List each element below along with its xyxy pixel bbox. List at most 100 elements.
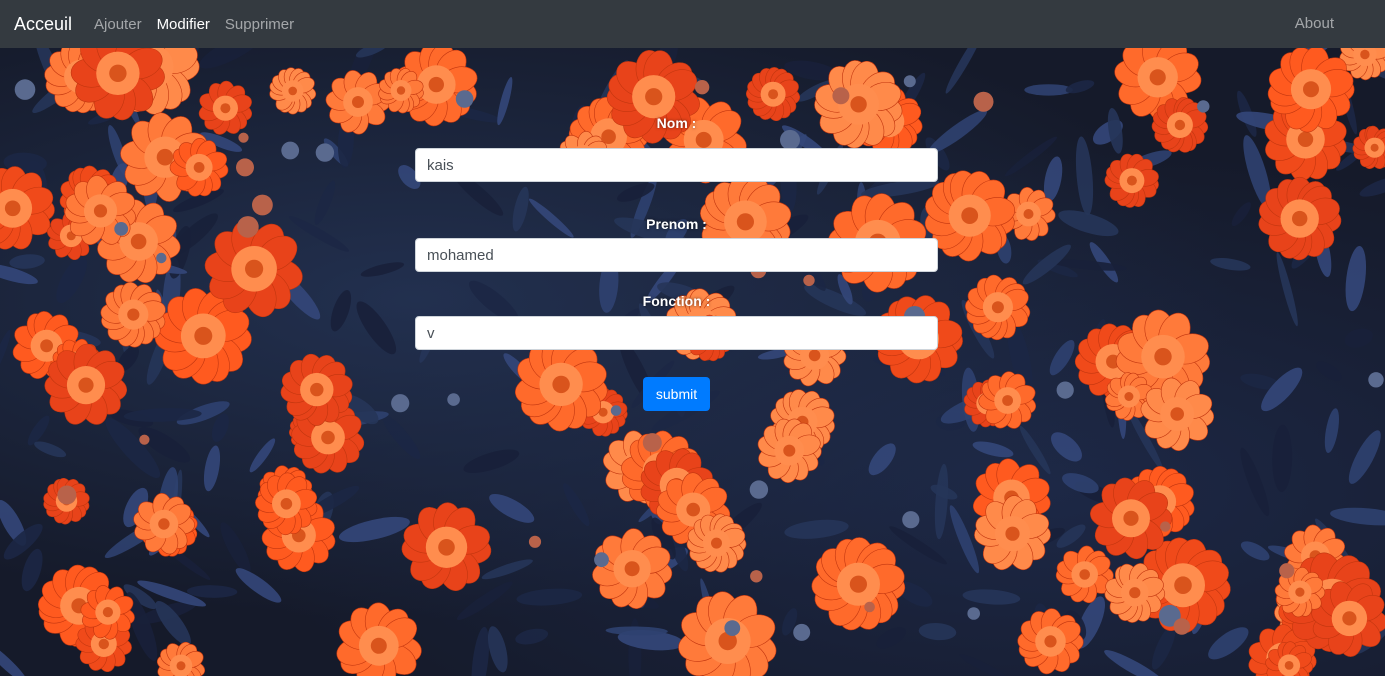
flower-bud — [14, 79, 36, 100]
marigold-flower — [0, 166, 55, 250]
flower-bud — [749, 480, 769, 499]
leaf-shape — [360, 262, 405, 277]
marigold-flower — [401, 502, 492, 591]
flower-bud — [1279, 563, 1295, 579]
fonction-label: Fonction : — [642, 293, 711, 309]
flower-bud — [780, 129, 800, 150]
leaf-shape — [1240, 447, 1270, 517]
nom-input[interactable] — [415, 148, 938, 182]
leaf-shape — [249, 438, 276, 473]
flower-bud — [594, 552, 609, 568]
leaf-shape — [1208, 627, 1249, 660]
leaf-shape — [463, 449, 520, 474]
leaf-shape — [0, 329, 11, 378]
nav-link-modifier[interactable]: Modifier — [157, 16, 210, 33]
flower-bud — [832, 87, 850, 105]
flower-bud — [455, 90, 474, 108]
leaf-shape — [21, 548, 43, 592]
marigold-flower — [336, 602, 422, 676]
leaf-shape — [1261, 367, 1303, 412]
flower-bud — [447, 393, 460, 406]
marigold-flower — [811, 537, 906, 631]
marigold-field-illustration — [0, 48, 1385, 676]
flower-bud — [114, 222, 129, 236]
leaf-shape — [1330, 507, 1385, 526]
nav-link-supprimer[interactable]: Supprimer — [225, 16, 294, 33]
leaf-shape — [330, 290, 352, 332]
leaf-shape — [962, 589, 1021, 605]
leaf-shape — [34, 441, 67, 458]
submit-button[interactable]: submit — [643, 377, 710, 411]
leaf-shape — [516, 588, 583, 606]
fonction-input[interactable] — [415, 316, 938, 350]
leaf-shape — [186, 585, 238, 598]
brand-link-acceuil[interactable]: Acceuil — [14, 14, 72, 35]
leaf-shape — [876, 627, 906, 649]
nom-label: Nom : — [656, 115, 697, 131]
flower-bud — [1056, 381, 1074, 399]
leaf-shape — [784, 519, 849, 539]
flower-bud — [156, 252, 167, 264]
flower-bud — [315, 143, 335, 162]
leaf-shape — [1324, 408, 1340, 453]
leaf-shape — [199, 48, 264, 69]
leaf-shape — [235, 568, 282, 603]
marigold-flower — [269, 67, 317, 115]
flower-background-image — [0, 48, 1385, 676]
leaf-shape — [1345, 246, 1367, 312]
leaf-shape — [945, 48, 984, 94]
leaf-shape — [489, 493, 535, 523]
marigold-flower — [198, 80, 253, 135]
leaf-shape — [1359, 175, 1385, 197]
flower-bud — [864, 601, 875, 613]
leaf-shape — [314, 180, 336, 225]
flower-bud — [973, 91, 994, 112]
leaf-shape — [605, 626, 668, 636]
flower-bud — [1173, 618, 1191, 635]
prenom-input[interactable] — [415, 238, 938, 272]
flower-bud — [903, 75, 916, 88]
leaf-shape — [1315, 361, 1342, 381]
flower-bud — [724, 620, 741, 636]
flower-bud — [902, 511, 920, 529]
leaf-shape — [918, 623, 957, 641]
leaf-shape — [9, 254, 45, 269]
leaf-shape — [1049, 339, 1075, 376]
flower-bud — [236, 158, 254, 177]
leaf-shape — [515, 628, 549, 645]
flower-bud — [528, 535, 542, 548]
flower-bud — [1160, 521, 1171, 532]
leaf-shape — [1231, 202, 1251, 227]
leaf-shape — [1348, 430, 1381, 484]
leaf-shape — [959, 654, 1010, 676]
flower-bud — [1197, 100, 1210, 113]
leaf-shape — [1024, 84, 1073, 96]
flower-bud — [391, 394, 410, 413]
leaf-shape — [1050, 432, 1083, 462]
leaf-shape — [1344, 328, 1373, 348]
leaf-shape — [382, 414, 421, 460]
marigold-flower — [746, 67, 801, 122]
leaf-shape — [56, 256, 87, 304]
flower-bud — [252, 194, 273, 216]
flower-bud — [139, 434, 150, 445]
leaf-shape — [1210, 257, 1251, 271]
flower-bud — [750, 570, 763, 583]
flower-bud — [610, 405, 622, 416]
leaf-shape — [0, 641, 28, 676]
leaf-shape — [972, 441, 1014, 458]
flower-bud — [694, 80, 710, 95]
prenom-label: Prenom : — [646, 216, 707, 232]
leaf-shape — [220, 522, 251, 574]
marigold-flower — [156, 641, 206, 676]
leaf-shape — [868, 443, 896, 476]
flower-bud — [967, 607, 980, 620]
leaf-shape — [356, 301, 397, 355]
flower-bud — [237, 216, 259, 238]
flower-bud — [281, 141, 300, 160]
nav-link-about[interactable]: About — [1295, 15, 1334, 32]
nav-link-ajouter[interactable]: Ajouter — [94, 16, 142, 33]
leaf-shape — [338, 516, 410, 543]
flower-bud — [803, 274, 815, 287]
top-navbar: Acceuil Ajouter Modifier Supprimer About — [0, 0, 1385, 48]
